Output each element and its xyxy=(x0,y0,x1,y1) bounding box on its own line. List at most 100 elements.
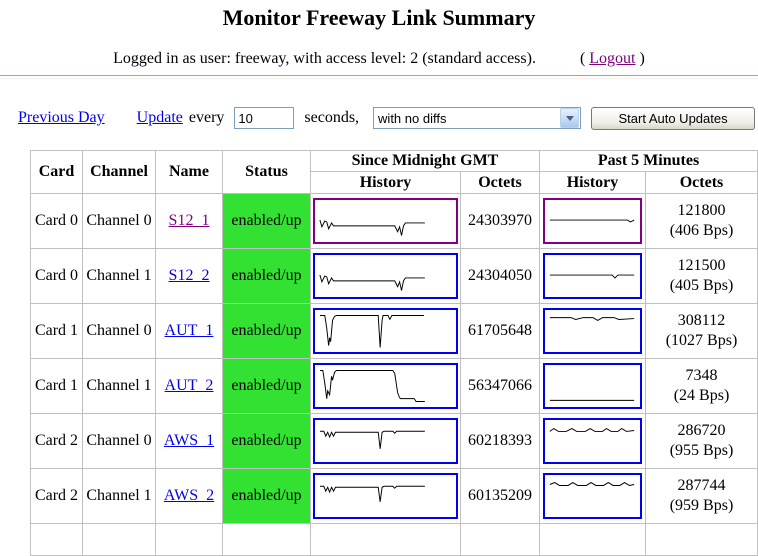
octets-past5-cell: 287744(959 Bps) xyxy=(646,469,758,524)
octets-midnight-cell: 24304050 xyxy=(461,249,540,304)
octets-midnight-cell: 61705648 xyxy=(461,304,540,359)
sparkline-midnight xyxy=(317,200,454,242)
history-midnight-graph[interactable] xyxy=(313,418,458,464)
history-past5-graph[interactable] xyxy=(543,363,642,409)
history-past5-graph[interactable] xyxy=(543,418,642,464)
name-cell: AWS_1 xyxy=(156,414,223,469)
history-midnight-cell xyxy=(311,304,461,359)
history-past5-cell xyxy=(540,469,646,524)
col-header-octets-past5: Octets xyxy=(646,172,758,194)
history-past5-graph[interactable] xyxy=(543,253,642,299)
link-name-link[interactable]: S12_1 xyxy=(169,212,210,229)
card-cell: Card 0 xyxy=(31,249,83,304)
sparkline-past5 xyxy=(547,310,638,352)
login-status-line: Logged in as user: freeway, with access … xyxy=(0,50,758,68)
channel-cell: Channel 1 xyxy=(83,359,156,414)
channel-cell: Channel 1 xyxy=(83,469,156,524)
channel-cell: Channel 1 xyxy=(83,249,156,304)
card-cell: Card 0 xyxy=(31,194,83,249)
card-cell: Card 2 xyxy=(31,414,83,469)
octets-past5-cell: 286720(955 Bps) xyxy=(646,414,758,469)
table-row: Card 1 Channel 0 AUT_1 enabled/up 617056… xyxy=(31,304,758,359)
diff-mode-selected-value: with no diffs xyxy=(374,111,446,126)
status-cell: enabled/up xyxy=(223,414,311,469)
history-midnight-cell xyxy=(311,359,461,414)
group-header-since-midnight: Since Midnight GMT xyxy=(311,151,540,172)
update-controls: Previous Day Update every seconds, with … xyxy=(18,106,758,130)
sparkline-midnight xyxy=(317,420,454,462)
table-row-partial xyxy=(31,524,758,556)
col-header-history-past5: History xyxy=(540,172,646,194)
history-past5-graph[interactable] xyxy=(543,308,642,354)
link-name-link[interactable]: S12_2 xyxy=(169,267,210,284)
history-past5-cell xyxy=(540,194,646,249)
logout-wrap: ( Logout ) xyxy=(580,50,645,67)
seconds-label: seconds, xyxy=(304,109,359,127)
link-name-link[interactable]: AUT_2 xyxy=(165,377,214,394)
channel-cell: Channel 0 xyxy=(83,194,156,249)
name-cell: AWS_2 xyxy=(156,469,223,524)
status-cell: enabled/up xyxy=(223,359,311,414)
history-midnight-graph[interactable] xyxy=(313,308,458,354)
status-cell: enabled/up xyxy=(223,469,311,524)
history-midnight-graph[interactable] xyxy=(313,253,458,299)
history-midnight-cell xyxy=(311,414,461,469)
col-header-name: Name xyxy=(156,151,223,194)
link-name-link[interactable]: AWS_2 xyxy=(164,487,214,504)
col-header-octets-midnight: Octets xyxy=(461,172,540,194)
history-midnight-graph[interactable] xyxy=(313,473,458,519)
history-midnight-graph[interactable] xyxy=(313,198,458,244)
history-midnight-cell xyxy=(311,249,461,304)
status-cell: enabled/up xyxy=(223,249,311,304)
history-midnight-graph[interactable] xyxy=(313,363,458,409)
interval-input[interactable] xyxy=(234,107,294,129)
previous-day-link[interactable]: Previous Day xyxy=(18,109,105,127)
every-label: every xyxy=(189,109,225,127)
table-row: Card 2 Channel 1 AWS_2 enabled/up 601352… xyxy=(31,469,758,524)
start-auto-updates-button[interactable]: Start Auto Updates xyxy=(591,107,755,130)
octets-past5-cell: 308112(1027 Bps) xyxy=(646,304,758,359)
status-cell: enabled/up xyxy=(223,194,311,249)
card-cell: Card 1 xyxy=(31,359,83,414)
history-midnight-cell xyxy=(311,194,461,249)
divider xyxy=(0,75,758,79)
chevron-down-icon[interactable] xyxy=(560,108,579,128)
login-status-text: Logged in as user: freeway, with access … xyxy=(113,50,536,67)
name-cell: S12_1 xyxy=(156,194,223,249)
table-row: Card 2 Channel 0 AWS_1 enabled/up 602183… xyxy=(31,414,758,469)
col-header-channel: Channel xyxy=(83,151,156,194)
table-row: Card 0 Channel 0 S12_1 enabled/up 243039… xyxy=(31,194,758,249)
sparkline-midnight xyxy=(317,310,454,352)
table-row: Card 0 Channel 1 S12_2 enabled/up 243040… xyxy=(31,249,758,304)
channel-cell: Channel 0 xyxy=(83,304,156,359)
sparkline-past5 xyxy=(547,420,638,462)
diff-mode-select[interactable]: with no diffs xyxy=(373,107,581,129)
octets-midnight-cell: 24303970 xyxy=(461,194,540,249)
history-midnight-cell xyxy=(311,469,461,524)
col-header-card: Card xyxy=(31,151,83,194)
octets-midnight-cell: 60218393 xyxy=(461,414,540,469)
sparkline-past5 xyxy=(547,200,638,242)
history-past5-graph[interactable] xyxy=(543,198,642,244)
octets-midnight-cell: 56347066 xyxy=(461,359,540,414)
history-past5-cell xyxy=(540,249,646,304)
col-header-status: Status xyxy=(223,151,311,194)
name-cell: AUT_2 xyxy=(156,359,223,414)
table-row: Card 1 Channel 1 AUT_2 enabled/up 563470… xyxy=(31,359,758,414)
logout-link[interactable]: Logout xyxy=(589,50,635,67)
sparkline-past5 xyxy=(547,255,638,297)
octets-past5-cell: 121800(406 Bps) xyxy=(646,194,758,249)
octets-past5-cell: 7348(24 Bps) xyxy=(646,359,758,414)
octets-past5-cell: 121500(405 Bps) xyxy=(646,249,758,304)
history-past5-graph[interactable] xyxy=(543,473,642,519)
sparkline-midnight xyxy=(317,365,454,407)
link-name-link[interactable]: AWS_1 xyxy=(164,432,214,449)
name-cell: S12_2 xyxy=(156,249,223,304)
link-name-link[interactable]: AUT_1 xyxy=(165,322,214,339)
card-cell: Card 2 xyxy=(31,469,83,524)
sparkline-past5 xyxy=(547,475,638,517)
link-summary-table: Card Channel Name Status Since Midnight … xyxy=(30,150,758,556)
update-link[interactable]: Update xyxy=(137,109,183,127)
page-title: Monitor Freeway Link Summary xyxy=(0,6,758,30)
group-header-past-5-minutes: Past 5 Minutes xyxy=(540,151,758,172)
